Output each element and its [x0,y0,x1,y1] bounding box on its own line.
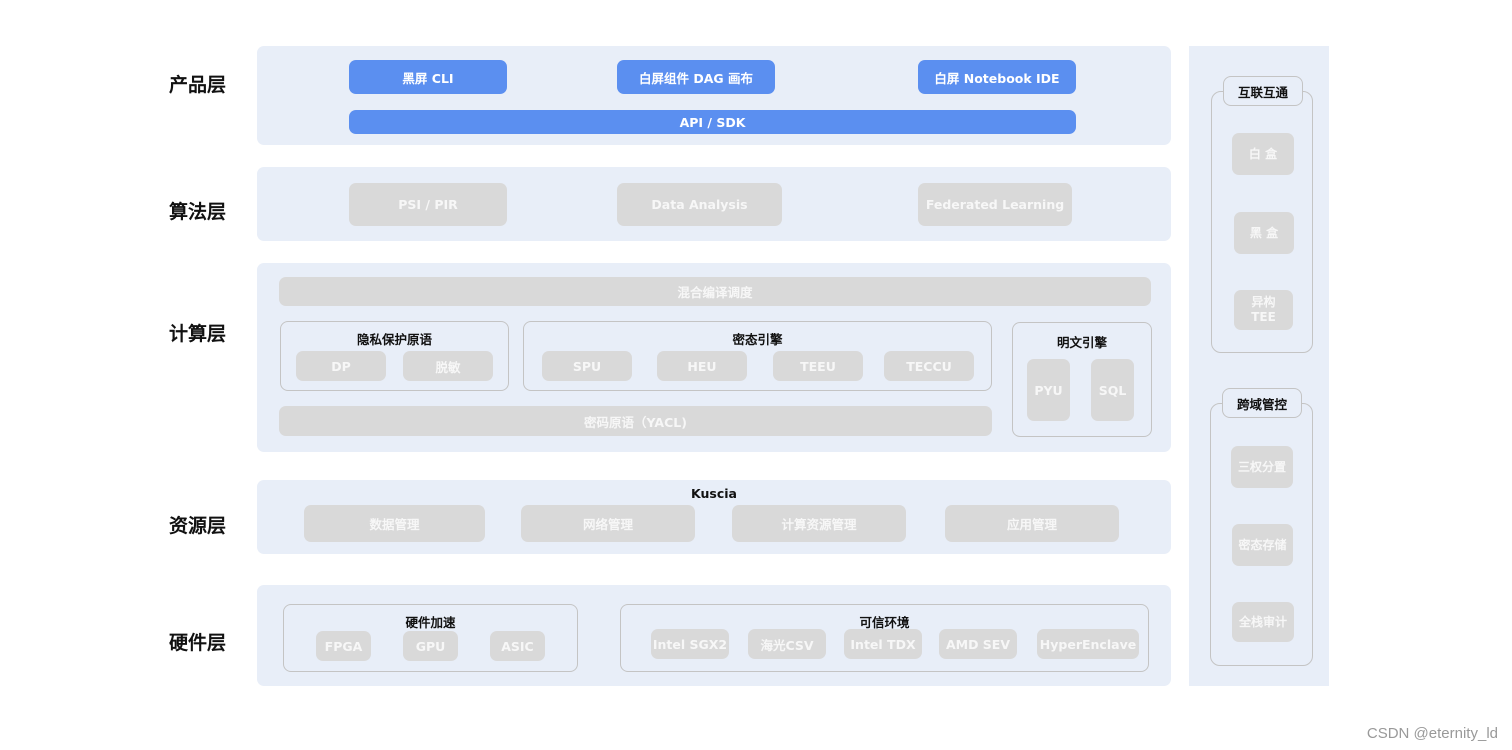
algo-data-analysis: Data Analysis [617,183,782,226]
interop-black-box: 黑 盒 [1234,212,1294,254]
resource-network-mgmt: 网络管理 [521,505,695,542]
tee-amd-sev: AMD SEV [939,629,1017,659]
tee-intel-sgx2: Intel SGX2 [651,629,729,659]
layer-label-resource: 资源层 [169,515,227,537]
gov-full-stack-audit: 全栈审计 [1232,602,1294,642]
hw-gpu: GPU [403,631,458,661]
interop-white-box: 白 盒 [1232,133,1294,175]
algo-federated-learning: Federated Learning [918,183,1072,226]
layer-label-compute: 计算层 [169,323,227,345]
plain-sql: SQL [1091,359,1134,421]
privacy-primitives-title: 隐私保护原语 [356,332,432,347]
tee-hygon-csv: 海光CSV [748,629,826,659]
cipher-engine-title: 密态引擎 [732,332,783,347]
hw-accel-title: 硬件加速 [405,615,456,630]
interop-title: 互联互通 [1223,76,1303,106]
product-notebook-ide: 白屏 Notebook IDE [918,60,1076,94]
product-api-sdk: API / SDK [349,110,1076,134]
plain-engine-title: 明文引擎 [1056,335,1107,350]
resource-data-mgmt: 数据管理 [304,505,485,542]
product-dag-canvas: 白屏组件 DAG 画布 [617,60,775,94]
tee-hyperenclave: HyperEnclave [1037,629,1139,659]
gov-encrypted-storage: 密态存储 [1232,524,1293,566]
hw-asic: ASIC [490,631,545,661]
cipher-teeu: TEEU [773,351,863,381]
governance-title: 跨域管控 [1222,388,1302,418]
resource-app-mgmt: 应用管理 [945,505,1119,542]
kuscia-title: Kuscia [691,486,737,501]
crypto-primitives-yacl: 密码原语（YACL) [279,406,992,436]
plain-pyu: PYU [1027,359,1070,421]
cipher-spu: SPU [542,351,632,381]
gov-separation-of-powers: 三权分置 [1231,446,1293,488]
layer-label-product: 产品层 [169,74,227,96]
layer-label-algorithm: 算法层 [169,201,227,223]
hw-fpga: FPGA [316,631,371,661]
resource-compute-mgmt: 计算资源管理 [732,505,906,542]
tee-intel-tdx: Intel TDX [844,629,922,659]
privacy-desensitize: 脱敏 [403,351,493,381]
algo-psi-pir: PSI / PIR [349,183,507,226]
privacy-dp: DP [296,351,386,381]
cipher-heu: HEU [657,351,747,381]
layer-label-hardware: 硬件层 [169,632,227,654]
interop-hetero-tee: 异构 TEE [1234,290,1293,330]
compute-scheduler: 混合编译调度 [279,277,1151,306]
cipher-teccu: TECCU [884,351,974,381]
product-cli: 黑屏 CLI [349,60,507,94]
watermark: CSDN @eternity_ld [1366,725,1498,742]
